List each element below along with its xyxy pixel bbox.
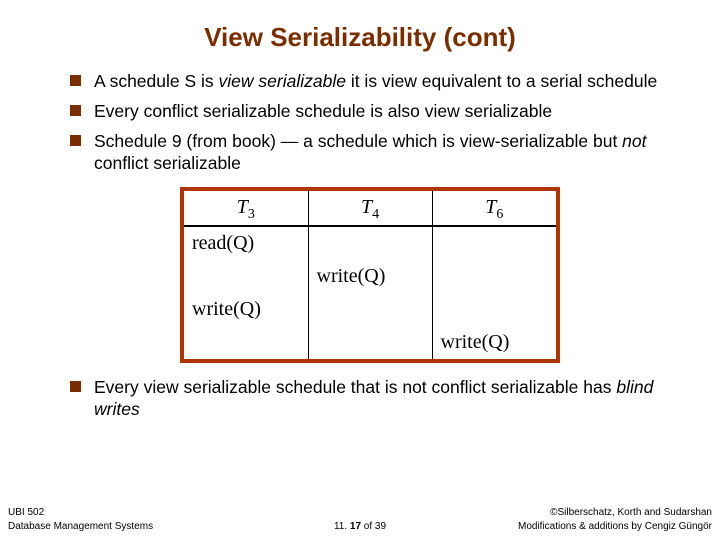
schedule-table: T3 T4 T6 read(Q) write(Q): [184, 191, 556, 360]
footer-credits: Modifications & additions by Cengiz Güng…: [518, 521, 712, 532]
cell: [432, 293, 556, 326]
text-em: not: [622, 131, 646, 151]
page-suffix: of 39: [361, 521, 386, 532]
cell: [184, 260, 308, 293]
page-prefix: 11.: [334, 521, 350, 532]
th-base: T: [237, 196, 248, 218]
text: it is view equivalent to a serial schedu…: [346, 71, 657, 91]
text: conflict serializable: [94, 153, 241, 173]
table-header-row: T3 T4 T6: [184, 191, 556, 227]
cell: [308, 326, 432, 359]
bullet-1: A schedule S is view serializable it is …: [70, 71, 670, 93]
cell: [432, 226, 556, 260]
bullet-3: Schedule 9 (from book) — a schedule whic…: [70, 131, 670, 175]
text-em: view serializable: [219, 71, 346, 91]
schedule-figure: T3 T4 T6 read(Q) write(Q): [180, 187, 560, 364]
cell: write(Q): [308, 260, 432, 293]
cell: write(Q): [432, 326, 556, 359]
cell: [308, 226, 432, 260]
cell: read(Q): [184, 226, 308, 260]
bullet-2: Every conflict serializable schedule is …: [70, 101, 670, 123]
th-sub: 6: [496, 207, 503, 222]
table-row: read(Q): [184, 226, 556, 260]
slide: View Serializability (cont) A schedule S…: [0, 0, 720, 540]
th-base: T: [485, 196, 496, 218]
col-header: T4: [308, 191, 432, 227]
bullet-4: Every view serializable schedule that is…: [70, 377, 670, 421]
text: Every view serializable schedule that is…: [94, 377, 616, 397]
footer-copyright: ©Silberschatz, Korth and Sudarshan: [550, 507, 712, 518]
page-title: View Serializability (cont): [0, 0, 720, 71]
th-sub: 4: [372, 207, 379, 222]
th-sub: 3: [248, 207, 255, 222]
footer-course-code: UBI 502: [8, 507, 44, 518]
col-header: T3: [184, 191, 308, 227]
schedule-border: T3 T4 T6 read(Q) write(Q): [180, 187, 560, 364]
text: Schedule 9 (from book) — a schedule whic…: [94, 131, 622, 151]
cell: write(Q): [184, 293, 308, 326]
th-base: T: [361, 196, 372, 218]
cell: [184, 326, 308, 359]
text: Every conflict serializable schedule is …: [94, 101, 552, 121]
table-row: write(Q): [184, 326, 556, 359]
table-row: write(Q): [184, 260, 556, 293]
text: A schedule S is: [94, 71, 219, 91]
page-current: 17: [350, 521, 361, 532]
cell: [308, 293, 432, 326]
table-row: write(Q): [184, 293, 556, 326]
col-header: T6: [432, 191, 556, 227]
cell: [432, 260, 556, 293]
slide-body: A schedule S is view serializable it is …: [0, 71, 720, 421]
